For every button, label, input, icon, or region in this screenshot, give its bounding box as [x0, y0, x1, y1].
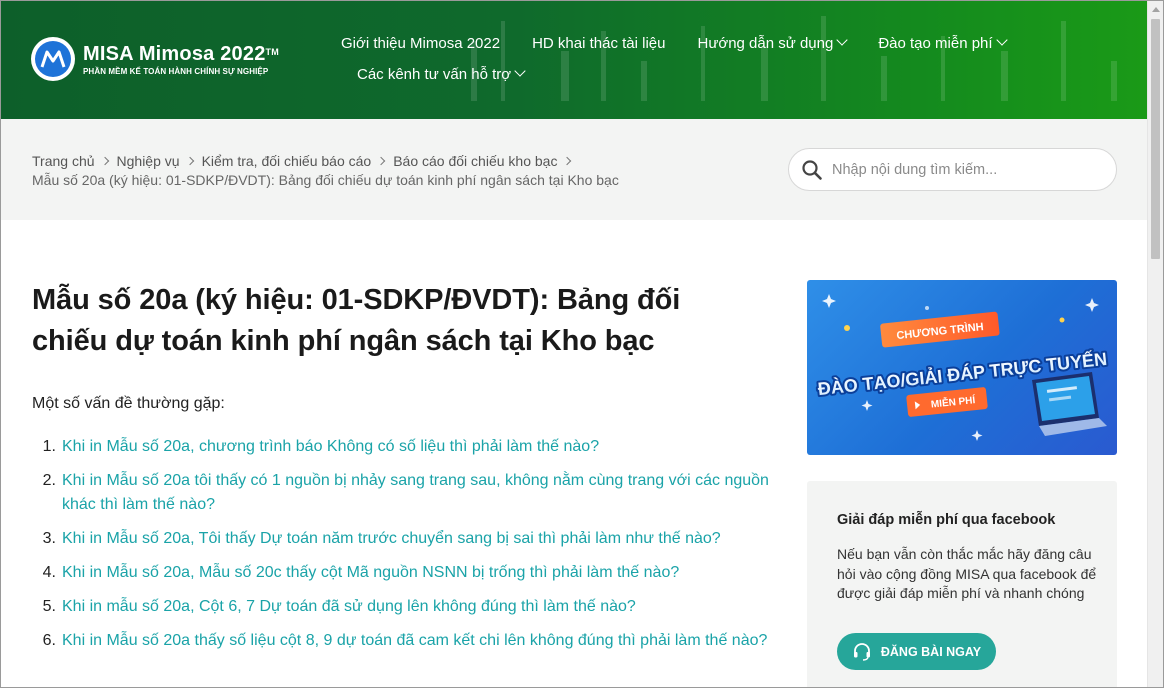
logo-title: MISA Mimosa 2022	[83, 42, 266, 65]
faq-link[interactable]: Khi in Mẫu số 20a, chương trình báo Khôn…	[62, 435, 599, 459]
list-item: 1. Khi in Mẫu số 20a, chương trình báo Kh…	[32, 435, 772, 459]
nav-item-label: HD khai thác tài liệu	[532, 34, 666, 52]
nav-item-hd-khai-thac[interactable]: HD khai thác tài liệu	[532, 35, 665, 52]
search-icon[interactable]	[801, 159, 823, 181]
faq-link[interactable]: Khi in Mẫu số 20a, Tôi thấy Dự toán năm …	[62, 527, 721, 551]
list-item: 2. Khi in Mẫu số 20a tôi thấy có 1 nguồn …	[32, 469, 772, 517]
breadcrumb-current: Mẫu số 20a (ký hiệu: 01-SDKP/ĐVDT): Bảng…	[32, 172, 619, 188]
search-input[interactable]	[830, 160, 1104, 179]
faq-link[interactable]: Khi in mẫu số 20a, Cột 6, 7 Dự toán đã s…	[62, 595, 636, 619]
faq-list: 1. Khi in Mẫu số 20a, chương trình báo Kh…	[32, 435, 772, 653]
facebook-box-title: Giải đáp miễn phí qua facebook	[837, 512, 1056, 528]
nav-item-dao-tao[interactable]: Đào tạo miễn phí	[878, 34, 1008, 52]
list-item: 6. Khi in Mẫu số 20a thấy số liệu cột 8, …	[32, 629, 772, 653]
page-title: Mẫu số 20a (ký hiệu: 01-SDKP/ĐVDT): Bảng…	[32, 280, 772, 362]
breadcrumb-band: Trang chủ Nghiệp vụ Kiểm tra, đối chiếu …	[1, 119, 1147, 220]
nav-item-label: Giới thiệu Mimosa 2022	[341, 34, 501, 52]
training-banner-art: CHƯƠNG TRÌNH ĐÀO TẠO/GIẢI ĐÁP TRỰC TUYẾN…	[815, 294, 1110, 441]
post-now-button[interactable]: ĐĂNG BÀI NGAY	[837, 633, 996, 670]
list-item: 5. Khi in mẫu số 20a, Cột 6, 7 Dự toán đã…	[32, 595, 772, 619]
list-item: 4. Khi in Mẫu số 20a, Mẫu số 20c thấy cột…	[32, 561, 772, 585]
chevron-right-icon	[100, 156, 109, 166]
list-item-number: 6.	[42, 632, 56, 649]
faq-link[interactable]: Khi in Mẫu số 20a thấy số liệu cột 8, 9 …	[62, 629, 767, 653]
intro-text: Một số vấn đề thường gặp:	[32, 395, 225, 412]
list-item-number: 2.	[42, 472, 56, 489]
breadcrumb-bao-cao-kho-bac[interactable]: Báo cáo đối chiếu kho bạc	[393, 153, 557, 169]
page-title-line-2: chiếu dự toán kinh phí ngân sách tại Kho…	[32, 325, 655, 357]
training-banner[interactable]: CHƯƠNG TRÌNH ĐÀO TẠO/GIẢI ĐÁP TRỰC TUYẾN…	[807, 280, 1117, 455]
nav-item-label: Hướng dẫn sử dụng	[697, 34, 834, 52]
browser-viewport: MISA Mimosa 2022TM PHẦN MỀM KẾ TOÁN HÀNH…	[0, 0, 1164, 688]
vertical-scrollbar[interactable]	[1147, 1, 1163, 687]
scrollbar-thumb[interactable]	[1151, 19, 1160, 259]
article: Mẫu số 20a (ký hiệu: 01-SDKP/ĐVDT): Bảng…	[32, 280, 772, 663]
logo-subtitle: PHẦN MỀM KẾ TOÁN HÀNH CHÍNH SỰ NGHIỆP	[83, 66, 269, 76]
breadcrumb-home[interactable]: Trang chủ	[32, 153, 95, 169]
chevron-down-icon	[514, 65, 526, 77]
facebook-box-text: Nếu bạn vẫn còn thắc mắc hãy đăng câu hỏ…	[837, 546, 1097, 601]
page-title-line-1: Mẫu số 20a (ký hiệu: 01-SDKP/ĐVDT): Bảng…	[32, 284, 681, 316]
misa-logo[interactable]: MISA Mimosa 2022TM PHẦN MỀM KẾ TOÁN HÀNH…	[31, 37, 279, 81]
list-item-number: 4.	[42, 564, 56, 581]
nav-item-gioi-thieu[interactable]: Giới thiệu Mimosa 2022	[341, 35, 500, 52]
list-item-number: 3.	[42, 530, 56, 547]
nav-item-label: Các kênh tư vấn hỗ trợ	[357, 65, 512, 83]
misa-logo-icon	[31, 37, 75, 81]
list-item-number: 5.	[42, 598, 56, 615]
breadcrumb-kiem-tra[interactable]: Kiểm tra, đối chiếu báo cáo	[202, 153, 372, 169]
chevron-down-icon	[836, 34, 848, 46]
chevron-down-icon	[995, 34, 1008, 46]
nav-item-huong-dan[interactable]: Hướng dẫn sử dụng	[697, 34, 848, 52]
headset-icon	[853, 642, 870, 661]
logo-trademark: TM	[265, 46, 279, 57]
nav-item-kenh-tu-van[interactable]: Các kênh tư vấn hỗ trợ	[357, 65, 526, 83]
laptop-icon	[1032, 372, 1107, 436]
search-box	[788, 148, 1117, 191]
chevron-right-icon	[376, 156, 386, 166]
list-item-number: 1.	[42, 438, 56, 455]
faq-link[interactable]: Khi in Mẫu số 20a tôi thấy có 1 nguồn bị…	[62, 469, 772, 517]
scroll-up-arrow-icon[interactable]	[1152, 7, 1160, 12]
list-item: 3. Khi in Mẫu số 20a, Tôi thấy Dự toán nă…	[32, 527, 772, 551]
main-nav: Giới thiệu Mimosa 2022 HD khai thác tài …	[341, 31, 1031, 93]
facebook-help-box: Giải đáp miễn phí qua facebook Nếu bạn v…	[807, 481, 1117, 687]
faq-link[interactable]: Khi in Mẫu số 20a, Mẫu số 20c thấy cột M…	[62, 561, 679, 585]
chevron-right-icon	[563, 156, 572, 166]
breadcrumb-nghiep-vu[interactable]: Nghiệp vụ	[117, 153, 180, 169]
post-now-button-label: ĐĂNG BÀI NGAY	[880, 644, 982, 659]
nav-item-label: Đào tạo miễn phí	[878, 34, 993, 52]
site-header: MISA Mimosa 2022TM PHẦN MỀM KẾ TOÁN HÀNH…	[1, 1, 1147, 119]
breadcrumb: Trang chủ Nghiệp vụ Kiểm tra, đối chiếu …	[32, 151, 619, 188]
chevron-right-icon	[185, 156, 194, 166]
